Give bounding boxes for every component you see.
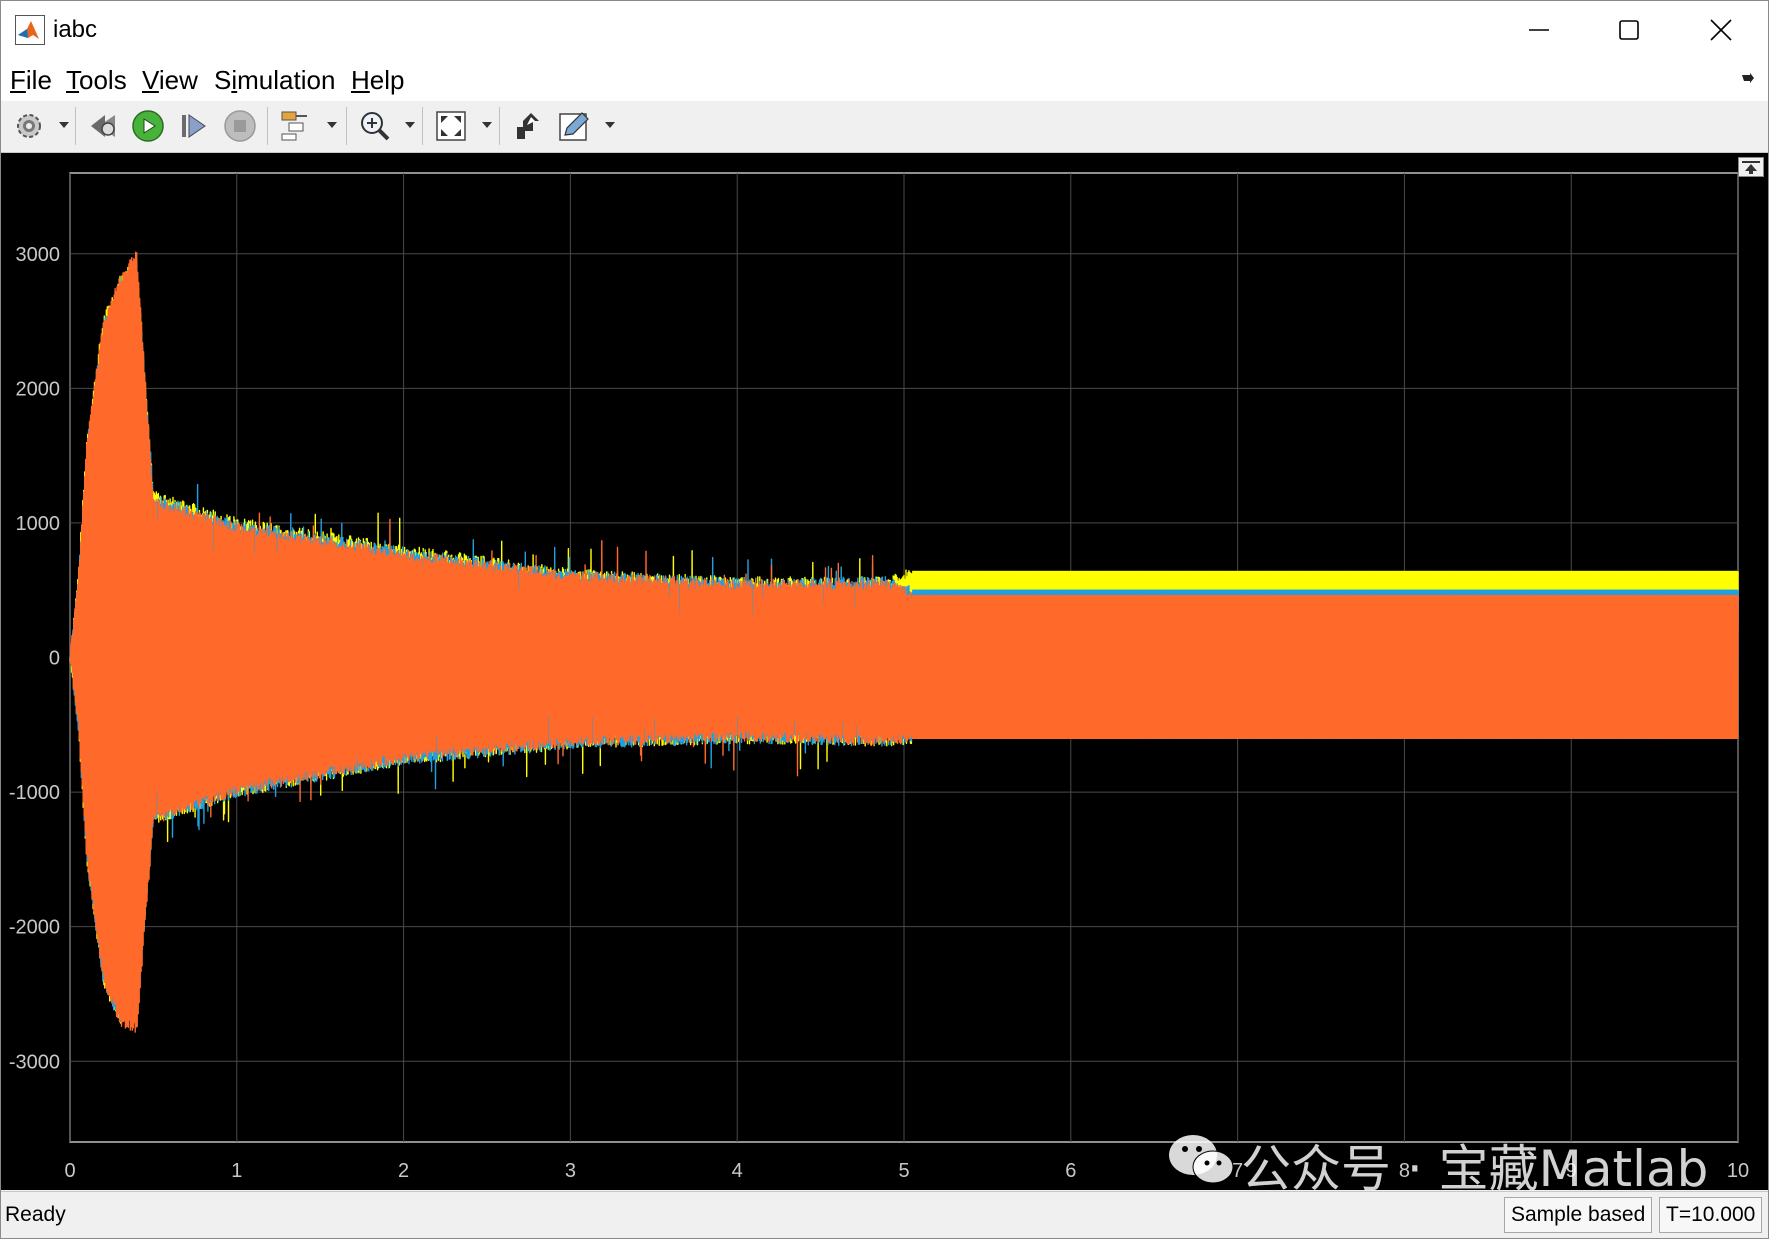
toolbar [1, 101, 1768, 153]
zoom-dropdown-icon[interactable] [405, 122, 415, 128]
y-tick-label: 0 [49, 648, 60, 670]
window-title: iabc [53, 16, 98, 43]
toolbar-separator [422, 107, 423, 145]
x-tick-label: 4 [732, 1160, 743, 1182]
x-tick-label: 3 [565, 1160, 576, 1182]
menu-view-rest: iew [158, 65, 198, 95]
toolbar-separator [346, 107, 347, 145]
maximize-button[interactable] [1584, 1, 1674, 59]
status-sample-mode: Sample based [1504, 1197, 1653, 1233]
status-ready: Ready [5, 1203, 66, 1226]
maximize-icon [1619, 20, 1639, 40]
fit-to-view-icon[interactable] [434, 109, 468, 143]
undock-button[interactable] [1738, 157, 1764, 177]
step-forward-icon[interactable] [177, 109, 211, 143]
y-tick-label: -1000 [9, 782, 60, 804]
menu-file-key: F [10, 65, 26, 95]
x-tick-label: 5 [898, 1160, 909, 1182]
undock-icon [1742, 161, 1760, 174]
menu-tools-rest: ools [79, 65, 127, 95]
menu-file[interactable]: File [10, 65, 52, 96]
menu-help-key: H [351, 65, 370, 95]
settings-dropdown-icon[interactable] [59, 122, 69, 128]
menu-tools[interactable]: Tools [66, 65, 127, 96]
signal-selector-icon[interactable] [279, 109, 313, 143]
wechat-logo-icon [1169, 1135, 1234, 1184]
x-tick-label: 1 [231, 1160, 242, 1182]
zoom-in-icon[interactable] [358, 109, 392, 143]
highlight-block-icon[interactable] [511, 109, 545, 143]
toolbar-separator [75, 107, 76, 145]
x-tick-label: 0 [64, 1160, 75, 1182]
y-tick-label: -2000 [9, 917, 60, 939]
x-tick-label: 2 [398, 1160, 409, 1182]
status-bar: Ready Sample based T=10.000 [1, 1191, 1768, 1238]
scope-plot[interactable]: 0 1 2 3 4 5 6 7 8 9 103000200010000-1000-2000-3000 [1, 153, 1768, 1190]
run-icon[interactable] [131, 109, 165, 143]
close-icon [1710, 19, 1732, 41]
menu-view-key: V [142, 65, 159, 95]
menu-help[interactable]: Help [351, 65, 404, 96]
scope-window: iabc File Tools View Simulation Help 0 1… [0, 0, 1769, 1239]
stop-icon[interactable] [223, 109, 257, 143]
toolbar-separator [499, 107, 500, 145]
matlab-logo-icon [15, 15, 45, 45]
menu-simulation-rest: mulation [237, 65, 336, 95]
menu-bar: File Tools View Simulation Help [1, 59, 1768, 102]
x-tick-label: 6 [1065, 1160, 1076, 1182]
title-bar[interactable]: iabc [1, 1, 1768, 59]
dock-arrow-icon[interactable] [1740, 71, 1756, 87]
status-time: T=10.000 [1659, 1197, 1763, 1233]
menu-view[interactable]: View [142, 65, 198, 96]
close-button[interactable] [1676, 1, 1766, 59]
x-tick-label: 10 [1727, 1160, 1749, 1182]
menu-tools-key: T [66, 65, 79, 95]
step-back-icon[interactable] [87, 109, 121, 143]
menu-file-rest: ile [25, 65, 52, 95]
fit-dropdown-icon[interactable] [482, 122, 492, 128]
menu-help-rest: elp [369, 65, 405, 95]
edit-dropdown-icon[interactable] [605, 122, 615, 128]
y-tick-label: 2000 [16, 378, 61, 400]
signal-selector-dropdown-icon[interactable] [327, 122, 337, 128]
y-tick-label: 1000 [16, 513, 61, 535]
edit-icon[interactable] [557, 109, 591, 143]
minimize-button[interactable] [1494, 1, 1584, 59]
menu-simulation[interactable]: Simulation [214, 65, 335, 96]
settings-icon[interactable] [12, 109, 46, 143]
y-tick-label: -3000 [9, 1051, 60, 1073]
menu-simulation-pre: S [214, 65, 232, 95]
y-tick-label: 3000 [16, 244, 61, 266]
minimize-icon [1529, 29, 1549, 31]
toolbar-separator [267, 107, 268, 145]
